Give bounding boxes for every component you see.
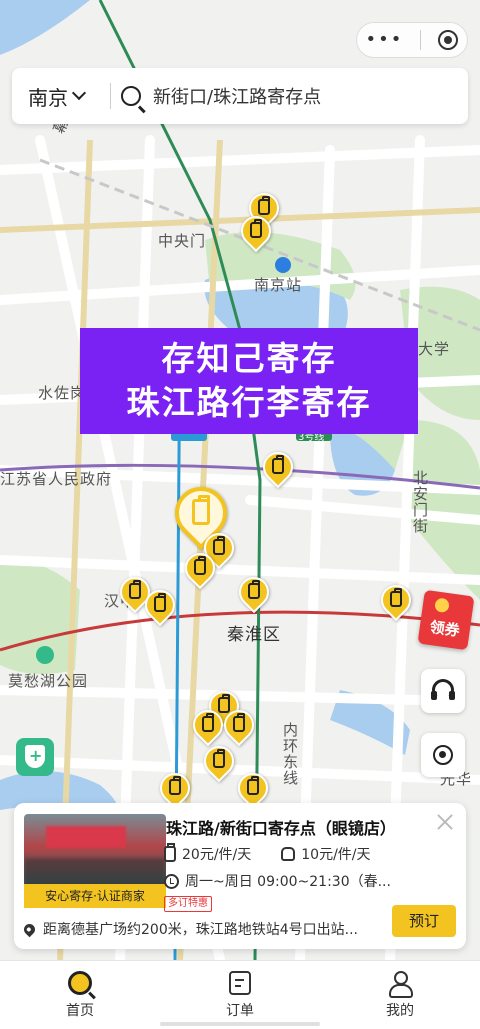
- safety-shield-button[interactable]: +: [16, 738, 54, 776]
- chevron-down-icon: [71, 85, 87, 101]
- storage-pin[interactable]: [374, 578, 418, 625]
- map-label-university: 大学: [418, 340, 451, 358]
- tab-bar: 首页 订单 我的: [0, 960, 480, 1029]
- clock-icon: [164, 873, 179, 889]
- map-label-gate: 中央门: [158, 232, 207, 250]
- storage-pin[interactable]: [197, 739, 241, 786]
- storage-pin[interactable]: [178, 546, 222, 593]
- store-name: 珠江路/新街口寄存点（眼镜店）: [166, 819, 396, 838]
- banner-line-1: 存知己寄存: [161, 339, 337, 378]
- luggage-icon: [164, 843, 176, 862]
- close-mini-program-icon[interactable]: [438, 30, 459, 50]
- tab-orders-label: 订单: [226, 1003, 254, 1019]
- map-label-qinhuai: 秦淮区: [227, 625, 281, 645]
- map-label-gov: 江苏省人民政府: [0, 470, 113, 488]
- mini-program-capsule: •••: [356, 22, 468, 58]
- home-indicator: [160, 1022, 320, 1026]
- coupon-button[interactable]: 领券: [417, 589, 475, 651]
- bag-price: 10元/件/天: [301, 847, 371, 863]
- tab-profile-label: 我的: [386, 1003, 414, 1019]
- storage-pin[interactable]: [234, 209, 278, 256]
- locate-icon: [433, 745, 453, 765]
- search-divider: [110, 83, 111, 109]
- promo-banner: 存知己寄存 珠江路行李寄存: [80, 328, 418, 434]
- map-label-beian: 北安门街: [411, 470, 429, 534]
- map-label-inner-ring: 内环东线: [281, 722, 299, 786]
- tab-orders[interactable]: 订单: [160, 961, 320, 1029]
- capsule-divider: [420, 30, 422, 50]
- opening-hours: 周一~周日 09:00~21:30（春...: [185, 874, 391, 890]
- location-pin-icon: [21, 921, 38, 937]
- storage-pin[interactable]: [256, 445, 300, 492]
- customer-service-button[interactable]: [421, 669, 465, 713]
- hours-row: 周一~周日 09:00~21:30（春...: [164, 871, 391, 891]
- city-label: 南京: [28, 85, 68, 110]
- storage-pin[interactable]: [186, 703, 230, 750]
- map-label-station: 南京站: [254, 276, 303, 294]
- luggage-price: 20元/件/天: [182, 847, 252, 863]
- close-icon[interactable]: [434, 811, 456, 833]
- coupon-label: 领券: [428, 617, 461, 640]
- search-home-icon: [68, 971, 92, 995]
- order-icon: [229, 971, 251, 995]
- search-input[interactable]: 新街口/珠江路寄存点: [153, 83, 321, 109]
- store-address: 距离德基广场约200米，珠江路地铁站4号口出站...: [43, 922, 358, 938]
- banner-line-2: 珠江路行李寄存: [126, 383, 372, 422]
- storage-pin[interactable]: [232, 570, 276, 617]
- map-label-shuizuo: 水佐岗: [38, 384, 87, 402]
- person-icon: [388, 971, 413, 998]
- book-button[interactable]: 预订: [392, 905, 456, 937]
- search-bar: 南京 新街口/珠江路寄存点: [12, 68, 468, 124]
- address-row: 距离德基广场约200米，珠江路地铁站4号口出站...: [21, 919, 358, 939]
- search-icon: [121, 86, 141, 106]
- certified-label: 安心寄存·认证商家: [24, 884, 166, 908]
- tab-home-label: 首页: [66, 1003, 94, 1019]
- price-row: 20元/件/天 10元/件/天: [164, 843, 371, 864]
- discount-badge: 多订特惠: [164, 896, 212, 912]
- backpack-icon: [281, 847, 296, 861]
- tab-home[interactable]: 首页: [0, 961, 160, 1029]
- store-card[interactable]: 安心寄存·认证商家 珠江路/新街口寄存点（眼镜店） 20元/件/天 10元/件/…: [14, 803, 466, 949]
- more-icon[interactable]: •••: [366, 31, 404, 49]
- map-label-mochou: 莫愁湖公园: [8, 672, 89, 690]
- locate-button[interactable]: [421, 733, 465, 777]
- storage-pin[interactable]: [217, 703, 261, 750]
- tab-profile[interactable]: 我的: [320, 961, 480, 1029]
- city-selector[interactable]: 南京: [12, 82, 104, 111]
- storage-pin[interactable]: [138, 583, 182, 630]
- headset-icon: [431, 679, 455, 701]
